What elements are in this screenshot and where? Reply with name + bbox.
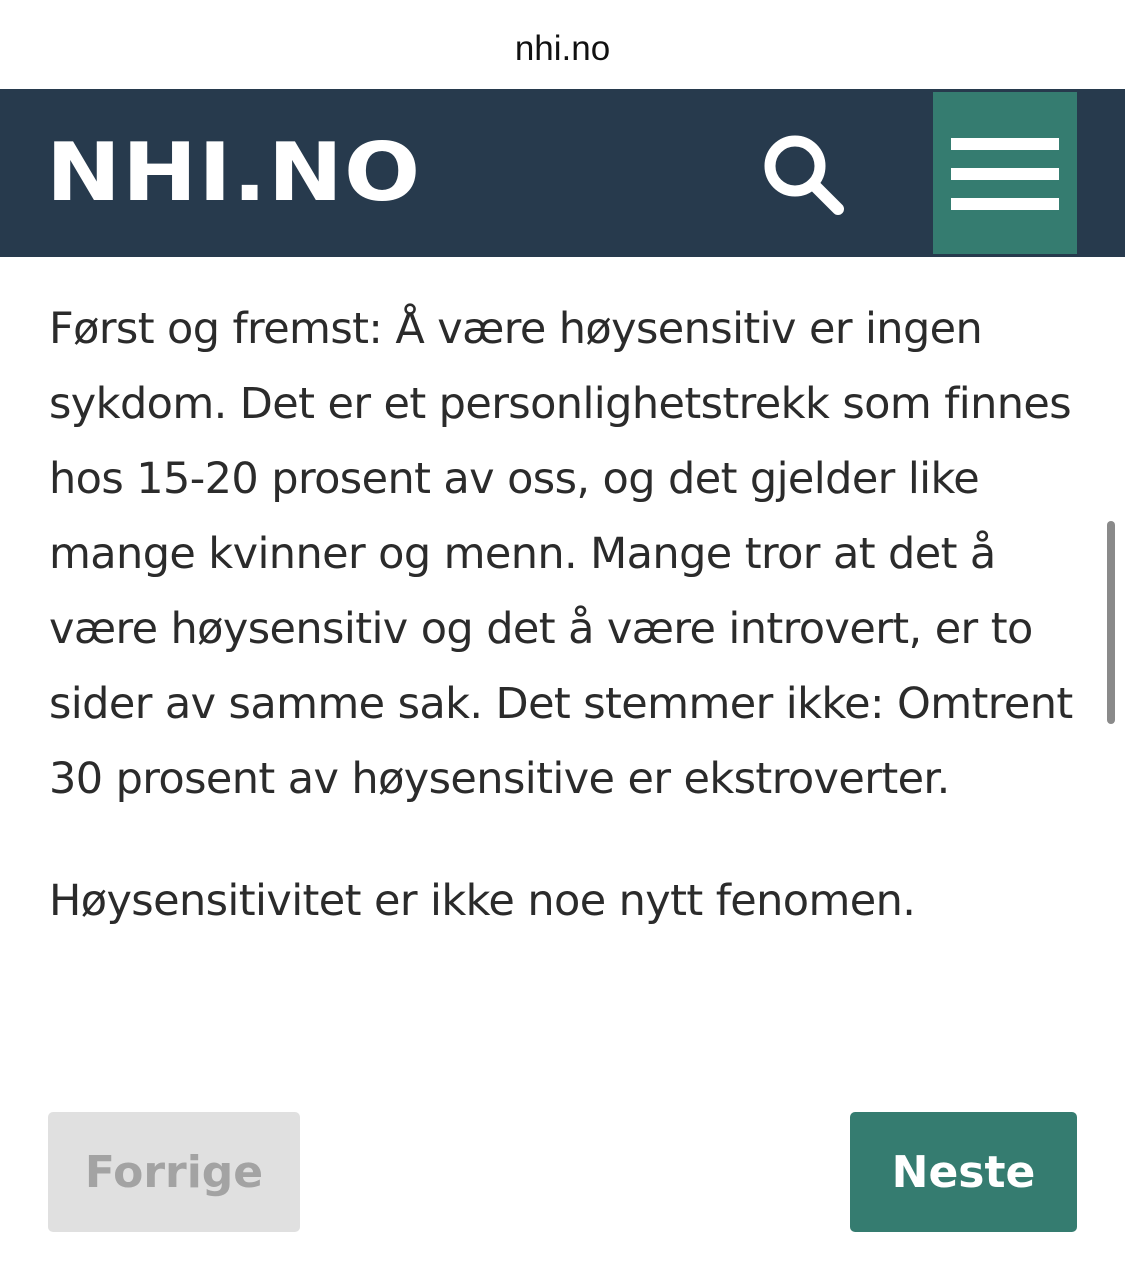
scrollbar[interactable] [1107, 521, 1115, 724]
site-logo[interactable]: NHI.NO [46, 127, 421, 219]
browser-address-bar[interactable]: nhi.no [0, 0, 1125, 89]
article-content: Først og fremst: Å være høysensitiv er i… [49, 292, 1089, 939]
search-icon [764, 135, 844, 215]
url-text: nhi.no [514, 28, 611, 68]
article-paragraph: Først og fremst: Å være høysensitiv er i… [49, 304, 1073, 804]
site-header: NHI.NO [0, 89, 1125, 257]
next-button[interactable]: Neste [850, 1112, 1077, 1232]
previous-button[interactable]: Forrige [48, 1112, 300, 1232]
menu-button[interactable] [933, 92, 1077, 254]
article-paragraph: Høysensitivitet er ikke noe nytt fenomen… [49, 876, 916, 926]
search-button[interactable] [754, 125, 854, 225]
